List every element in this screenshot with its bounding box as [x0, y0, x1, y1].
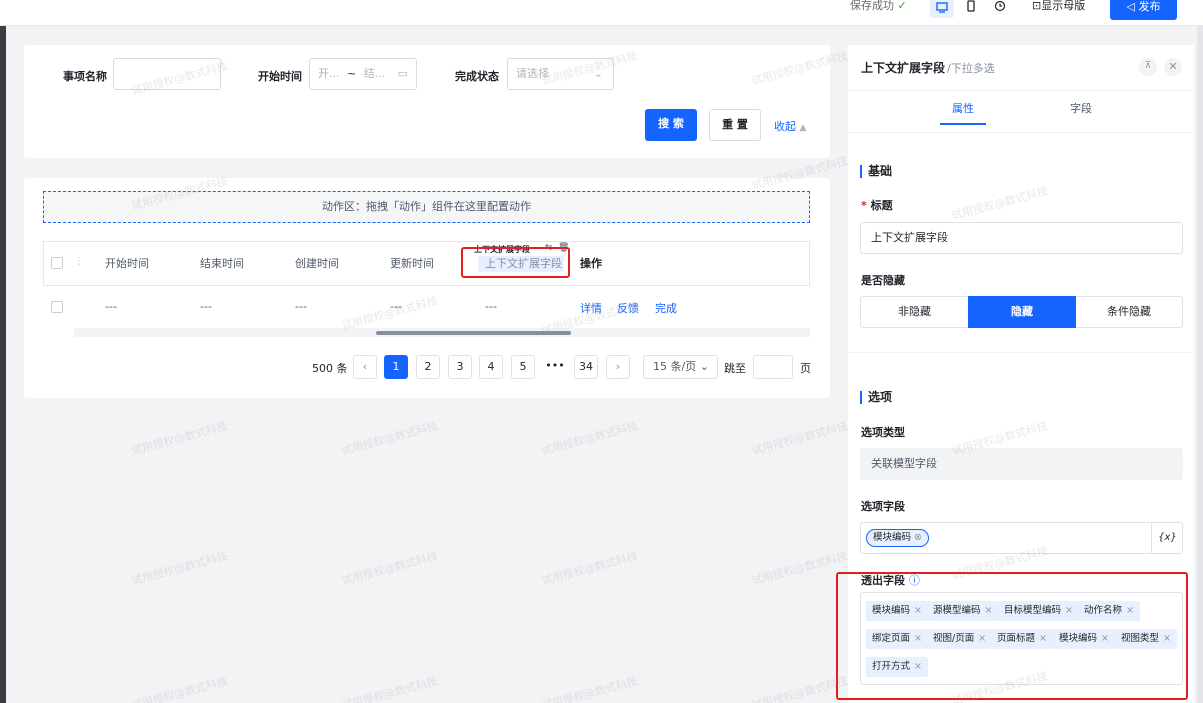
table-cell: ---: [105, 300, 117, 313]
watermark: 试用授权@数式科技: [750, 419, 850, 458]
master-icon: ⊡: [1032, 0, 1042, 12]
reset-button[interactable]: 重 置: [709, 109, 761, 141]
page-button[interactable]: 3: [448, 355, 472, 379]
watermark: 试用授权@数式科技: [750, 549, 850, 588]
option-field-tag[interactable]: 模块编码 ⊗: [866, 529, 930, 547]
start-time-label: 开始时间: [258, 70, 302, 83]
search-button[interactable]: 搜 索: [645, 109, 697, 141]
table-cell: ---: [485, 300, 497, 313]
tab-fields[interactable]: 字段: [1070, 100, 1092, 116]
watermark: 试用授权@数式科技: [130, 674, 230, 703]
title-input[interactable]: 上下文扩展字段: [860, 222, 1183, 254]
left-edge: [0, 26, 6, 703]
watermark: 试用授权@数式科技: [130, 549, 230, 588]
mobile-icon: [967, 0, 975, 12]
watermark: 试用授权@数式科技: [340, 419, 440, 458]
hidden-option-conditional[interactable]: 条件隐藏: [1076, 297, 1182, 327]
history-button[interactable]: [991, 0, 1009, 18]
prev-page-button[interactable]: ‹: [353, 355, 377, 379]
jump-input[interactable]: [753, 355, 793, 379]
required-mark: *: [861, 199, 871, 212]
watermark: 试用授权@数式科技: [340, 549, 440, 588]
page-ellipsis[interactable]: •••: [543, 355, 567, 379]
column-header: 更新时间: [390, 257, 434, 270]
remove-tag-icon[interactable]: ⊗: [914, 532, 922, 543]
chevron-down-icon: ⌄: [593, 67, 603, 80]
column-header: 创建时间: [295, 257, 339, 270]
jump-label: 跳至: [724, 362, 746, 375]
watermark: 试用授权@数式科技: [340, 674, 440, 703]
hidden-option-hidden[interactable]: 隐藏: [968, 296, 1076, 328]
close-icon[interactable]: ✕: [1164, 58, 1182, 76]
page-button[interactable]: 2: [416, 355, 440, 379]
page-size-select[interactable]: 15 条/页 ⌄: [643, 355, 718, 379]
watermark: 试用授权@数式科技: [540, 549, 640, 588]
column-header: 结束时间: [200, 257, 244, 270]
divider: [848, 132, 1194, 133]
page-button[interactable]: 4: [479, 355, 503, 379]
row-checkbox[interactable]: [51, 301, 63, 313]
tab-properties[interactable]: 属性: [952, 100, 974, 116]
status-select[interactable]: 请选择 ⌄: [507, 58, 614, 90]
section-basic: 基础: [860, 165, 892, 178]
hidden-field-label: 是否隐藏: [861, 274, 905, 287]
page-button[interactable]: 5: [511, 355, 535, 379]
collapse-link[interactable]: 收起 ▲: [774, 118, 806, 134]
detail-link[interactable]: 详情: [580, 300, 602, 316]
select-all-checkbox[interactable]: [51, 257, 63, 269]
scrollbar-thumb[interactable]: [376, 331, 571, 335]
table-cell: ---: [295, 300, 307, 313]
watermark: 试用授权@数式科技: [750, 674, 850, 703]
check-circle-icon: ✓: [897, 0, 907, 12]
date-range-input[interactable]: 开... ~ 结... ▭: [309, 58, 417, 90]
watermark: 试用授权@数式科技: [540, 674, 640, 703]
column-divider: ⋮: [74, 256, 84, 267]
total-count: 500 条: [312, 362, 348, 375]
feedback-link[interactable]: 反馈: [617, 300, 639, 316]
option-type-label: 选项类型: [861, 426, 905, 439]
send-icon: ◁: [1126, 0, 1135, 13]
column-header: 开始时间: [105, 257, 149, 270]
mobile-view-button[interactable]: [962, 0, 980, 18]
watermark: 试用授权@数式科技: [130, 419, 230, 458]
variable-button[interactable]: {x}: [1151, 522, 1183, 554]
divider: [848, 352, 1194, 353]
option-type-field: 关联模型字段: [860, 448, 1183, 480]
highlight-column-box: [461, 247, 570, 278]
desktop-view-button[interactable]: [930, 0, 954, 18]
status-label: 完成状态: [455, 70, 499, 83]
right-scroll-edge[interactable]: [1197, 26, 1203, 703]
op-column-header: 操作: [580, 257, 602, 270]
option-field-label: 选项字段: [861, 500, 905, 513]
table-cell: ---: [200, 300, 212, 313]
name-input[interactable]: [113, 58, 221, 90]
save-status: 保存成功 ✓: [850, 0, 907, 12]
page-button[interactable]: 34: [574, 355, 598, 379]
name-label: 事项名称: [63, 70, 107, 83]
page-button[interactable]: 1: [384, 355, 408, 379]
complete-link[interactable]: 完成: [655, 300, 677, 316]
page-unit-label: 页: [800, 362, 811, 375]
publish-button[interactable]: ◁ 发布: [1110, 0, 1177, 20]
highlight-output-box: [836, 572, 1188, 700]
show-master-button[interactable]: ⊡显示母版: [1032, 0, 1085, 12]
panel-subtitle: /下拉多选: [947, 62, 995, 75]
action-zone[interactable]: 动作区：拖拽「动作」组件在这里配置动作: [43, 191, 810, 223]
watermark: 试用授权@数式科技: [540, 419, 640, 458]
top-toolbar: 保存成功 ✓ ⊡显示母版 ◁ 发布: [0, 0, 1203, 26]
desktop-icon: [936, 2, 948, 13]
active-tab-indicator: [940, 123, 986, 125]
pin-icon[interactable]: ⊼: [1139, 58, 1157, 76]
clock-icon: [994, 0, 1006, 12]
next-page-button[interactable]: ›: [606, 355, 630, 379]
caret-up-icon: ▲: [799, 123, 807, 133]
chevron-down-icon: ⌄: [699, 360, 709, 373]
hidden-option-visible[interactable]: 非隐藏: [861, 297, 968, 327]
panel-title: 上下文扩展字段: [861, 61, 946, 75]
section-options: 选项: [860, 391, 892, 404]
calendar-icon: ▭: [397, 67, 408, 80]
table-cell: ---: [390, 300, 402, 313]
divider: [848, 90, 1194, 91]
title-field-label: * 标题: [861, 199, 893, 212]
